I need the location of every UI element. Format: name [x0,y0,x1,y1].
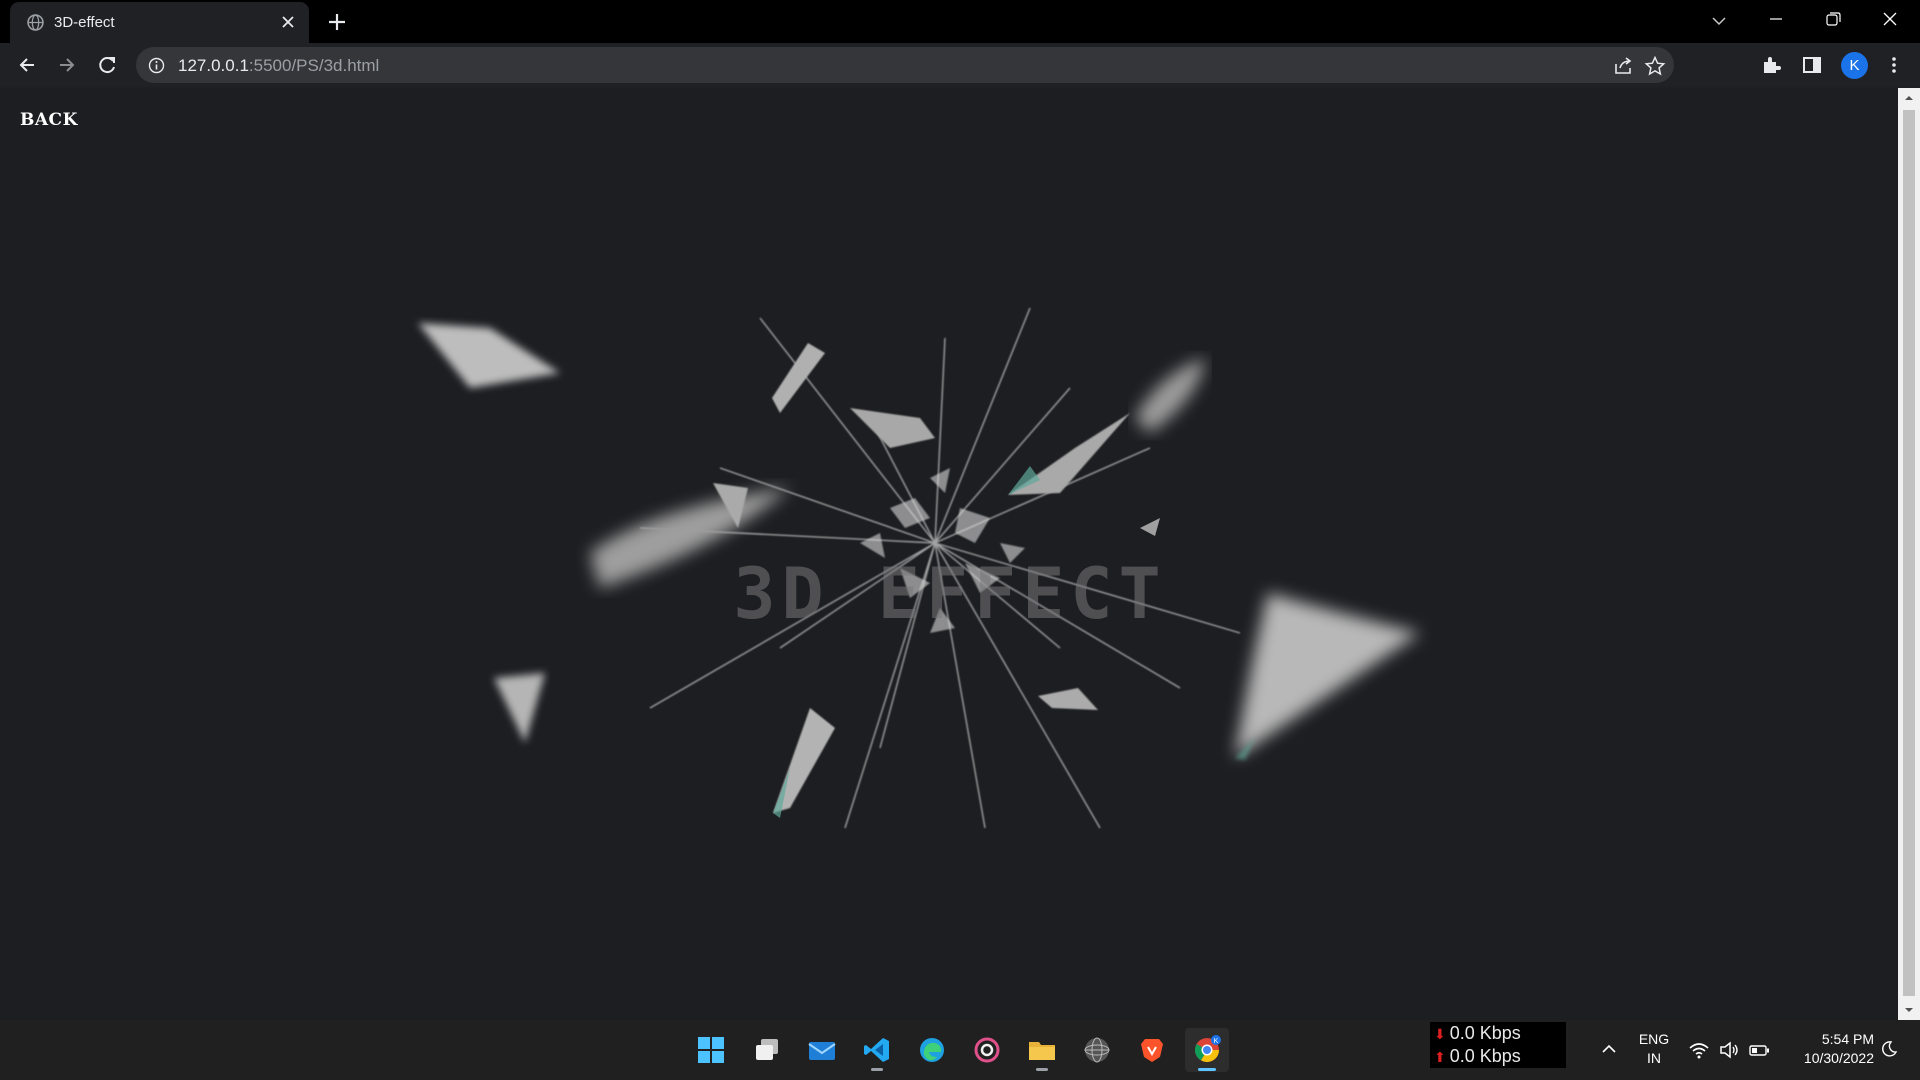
shard-left-blur [590,488,790,588]
menu-kebab-icon[interactable] [1883,54,1905,76]
wifi-icon[interactable] [1688,1039,1710,1061]
vertical-scrollbar[interactable] [1898,88,1920,1020]
chrome-icon: K [1194,1035,1221,1063]
windows-start-button[interactable] [689,1028,733,1072]
mail-icon [808,1042,836,1060]
tab-close-icon[interactable] [277,11,299,33]
page-viewport: 3D EFFECT BACK [0,88,1898,1020]
browser-toolbar: 127.0.0.1:5500/PS/3d.html K [0,43,1920,87]
focus-moon-icon[interactable] [1879,1039,1899,1059]
brave-lion-icon [1141,1039,1163,1062]
shard-top [772,343,825,413]
minimize-icon[interactable] [1754,6,1798,36]
network-speed-widget: ⬇ 0.0 Kbps ⬆ 0.0 Kbps [1430,1022,1566,1068]
profile-avatar[interactable]: K [1841,52,1868,79]
vscode-app[interactable] [855,1028,899,1072]
file-explorer-app[interactable] [1020,1028,1064,1072]
edge-app[interactable] [910,1028,954,1072]
wireframe-globe-icon [1084,1037,1110,1063]
site-info-icon[interactable] [148,57,165,74]
windows-logo-icon [698,1037,724,1063]
forward-arrow-icon[interactable] [52,50,82,80]
running-indicator [871,1068,883,1071]
chevron-up-icon[interactable] [1598,1038,1620,1060]
battery-icon[interactable] [1748,1039,1770,1061]
shattered-glass-scene [418,307,1420,829]
tab-search-chevron-icon[interactable] [1697,6,1741,36]
chrome-app[interactable]: K [1185,1028,1229,1072]
system-clock[interactable]: 5:54 PM 10/30/2022 [1782,1030,1874,1068]
restore-icon[interactable] [1811,6,1855,36]
chrome-profile-badge: K [1214,1038,1219,1045]
upload-speed: ⬆ 0.0 Kbps [1434,1046,1521,1066]
new-tab-plus-icon[interactable] [324,9,350,35]
shard-upper-mid [850,408,935,448]
language-indicator[interactable]: ENG IN [1632,1030,1676,1068]
shard-top-left [418,323,560,388]
extensions-icon[interactable] [1760,54,1782,76]
tab-title: 3D-effect [54,14,115,31]
brave-app[interactable] [1130,1028,1174,1072]
tab-strip: 3D-effect [0,0,1920,43]
star-icon[interactable] [1644,55,1666,77]
shard-left-bottom [494,673,545,743]
groove-music-icon [974,1037,1000,1063]
address-bar[interactable]: 127.0.0.1:5500/PS/3d.html [136,47,1674,83]
volume-icon[interactable] [1718,1039,1740,1061]
glass-shards [418,323,1420,818]
folder-icon [1029,1042,1055,1060]
share-icon[interactable] [1612,55,1634,77]
crack-lines [639,307,1241,829]
back-arrow-icon[interactable] [12,50,42,80]
music-app[interactable] [965,1028,1009,1072]
mail-app[interactable] [800,1028,844,1072]
close-window-icon[interactable] [1868,6,1912,36]
task-view-button[interactable] [745,1028,789,1072]
download-arrow-icon: ⬇ [1434,1026,1446,1042]
shard-lower-right [1038,688,1098,710]
vscode-icon [864,1038,889,1062]
back-link[interactable]: BACK [20,110,78,130]
impact-debris [860,468,1025,633]
globe-icon [27,14,44,31]
shard-top-right-blur [1135,358,1205,433]
windows-taskbar: K ⬇ 0.0 Kbps ⬆ 0.0 Kbps ENG IN 5:54 PM 10/… [0,1020,1920,1080]
download-speed: ⬇ 0.0 Kbps [1434,1023,1521,1043]
scrollbar-thumb[interactable] [1903,110,1915,996]
reload-icon[interactable] [92,50,122,80]
url-text[interactable]: 127.0.0.1:5500/PS/3d.html [178,56,379,76]
upload-arrow-icon: ⬆ [1434,1049,1446,1065]
active-indicator [1198,1068,1216,1071]
browser-tab[interactable]: 3D-effect [10,2,309,43]
shard-small-right [1140,518,1160,536]
edge-icon [920,1038,944,1062]
scroll-down-arrow-icon[interactable] [1898,1000,1920,1020]
scroll-up-arrow-icon[interactable] [1898,88,1920,108]
side-panel-icon[interactable] [1801,54,1823,76]
shard-big-right [1235,593,1420,758]
task-view-icon [756,1039,778,1060]
globe-app[interactable] [1075,1028,1119,1072]
running-indicator [1036,1068,1048,1071]
